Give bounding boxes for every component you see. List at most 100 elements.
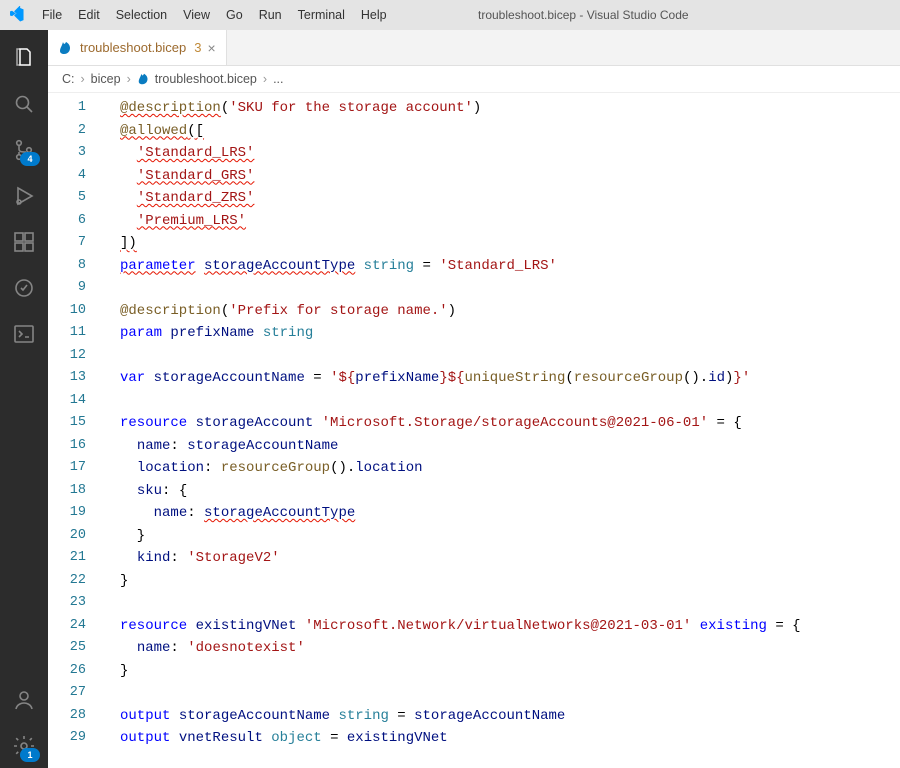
line-number: 13 bbox=[48, 367, 86, 390]
code-editor[interactable]: 1234567891011121314151617181920212223242… bbox=[48, 93, 900, 768]
line-number: 16 bbox=[48, 435, 86, 458]
code-line[interactable]: location: resourceGroup().location bbox=[106, 457, 900, 480]
line-number: 11 bbox=[48, 322, 86, 345]
test-beaker-icon bbox=[12, 276, 36, 303]
manage-badge: 1 bbox=[20, 748, 40, 762]
code-line[interactable]: name: 'doesnotexist' bbox=[106, 637, 900, 660]
terminal-icon bbox=[12, 322, 36, 349]
menu-help[interactable]: Help bbox=[353, 5, 395, 25]
menu-edit[interactable]: Edit bbox=[70, 5, 108, 25]
code-line[interactable]: } bbox=[106, 525, 900, 548]
account-icon bbox=[12, 688, 36, 715]
chevron-right-icon: › bbox=[263, 72, 267, 86]
line-number: 5 bbox=[48, 187, 86, 210]
line-number: 23 bbox=[48, 592, 86, 615]
code-line[interactable]: output vnetResult object = existingVNet bbox=[106, 727, 900, 750]
menu-view[interactable]: View bbox=[175, 5, 218, 25]
code-line[interactable]: @description('Prefix for storage name.') bbox=[106, 300, 900, 323]
tab-troubleshoot-bicep[interactable]: troubleshoot.bicep 3 × bbox=[48, 30, 227, 65]
code-line[interactable]: resource existingVNet 'Microsoft.Network… bbox=[106, 615, 900, 638]
vscode-logo-icon bbox=[8, 6, 26, 24]
code-line[interactable]: 'Standard_ZRS' bbox=[106, 187, 900, 210]
line-number: 24 bbox=[48, 615, 86, 638]
code-line[interactable]: var storageAccountName = '${prefixName}$… bbox=[106, 367, 900, 390]
editor-column: troubleshoot.bicep 3 × C: › bicep › trou… bbox=[48, 30, 900, 768]
activity-run-debug[interactable] bbox=[0, 176, 48, 218]
code-line[interactable]: parameter storageAccountType string = 'S… bbox=[106, 255, 900, 278]
breadcrumb-seg-3[interactable]: ... bbox=[273, 72, 283, 86]
line-number: 14 bbox=[48, 390, 86, 413]
code-line[interactable] bbox=[106, 592, 900, 615]
line-number: 8 bbox=[48, 255, 86, 278]
scm-badge: 4 bbox=[20, 152, 40, 166]
tab-problem-count: 3 bbox=[194, 40, 201, 55]
code-lines[interactable]: @description('SKU for the storage accoun… bbox=[106, 93, 900, 754]
activity-manage[interactable]: 1 bbox=[0, 726, 48, 768]
line-number: 25 bbox=[48, 637, 86, 660]
window-title: troubleshoot.bicep - Visual Studio Code bbox=[395, 8, 892, 22]
code-line[interactable]: 'Premium_LRS' bbox=[106, 210, 900, 233]
code-line[interactable]: kind: 'StorageV2' bbox=[106, 547, 900, 570]
line-number: 22 bbox=[48, 570, 86, 593]
code-line[interactable]: } bbox=[106, 570, 900, 593]
code-line[interactable]: 'Standard_LRS' bbox=[106, 142, 900, 165]
code-line[interactable]: output storageAccountName string = stora… bbox=[106, 705, 900, 728]
line-number: 4 bbox=[48, 165, 86, 188]
code-line[interactable] bbox=[106, 277, 900, 300]
activity-terminal[interactable] bbox=[0, 314, 48, 356]
code-line[interactable] bbox=[106, 390, 900, 413]
code-line[interactable]: param prefixName string bbox=[106, 322, 900, 345]
line-number: 19 bbox=[48, 502, 86, 525]
code-line[interactable]: @allowed([ bbox=[106, 120, 900, 143]
code-line[interactable]: } bbox=[106, 660, 900, 683]
line-number: 9 bbox=[48, 277, 86, 300]
files-icon bbox=[12, 46, 36, 73]
code-line[interactable]: sku: { bbox=[106, 480, 900, 503]
breadcrumb-seg-2[interactable]: troubleshoot.bicep bbox=[137, 72, 257, 86]
tab-bar: troubleshoot.bicep 3 × bbox=[48, 30, 900, 66]
line-number: 17 bbox=[48, 457, 86, 480]
menu-selection[interactable]: Selection bbox=[108, 5, 175, 25]
activity-explorer[interactable] bbox=[0, 38, 48, 80]
menu-run[interactable]: Run bbox=[251, 5, 290, 25]
tab-label: troubleshoot.bicep bbox=[80, 40, 186, 55]
main-area: 4 bbox=[0, 30, 900, 768]
extensions-icon bbox=[12, 230, 36, 257]
activity-test[interactable] bbox=[0, 268, 48, 310]
bicep-file-icon bbox=[58, 40, 74, 56]
breadcrumb-seg-1[interactable]: bicep bbox=[91, 72, 121, 86]
activity-accounts[interactable] bbox=[0, 680, 48, 722]
code-line[interactable] bbox=[106, 345, 900, 368]
code-line[interactable]: ]) bbox=[106, 232, 900, 255]
line-number: 21 bbox=[48, 547, 86, 570]
line-number: 28 bbox=[48, 705, 86, 728]
activity-bar: 4 bbox=[0, 30, 48, 768]
line-number: 6 bbox=[48, 210, 86, 233]
run-debug-icon bbox=[12, 184, 36, 211]
line-number: 1 bbox=[48, 97, 86, 120]
breadcrumb-seg-0[interactable]: C: bbox=[62, 72, 75, 86]
line-number: 3 bbox=[48, 142, 86, 165]
code-line[interactable]: name: storageAccountType bbox=[106, 502, 900, 525]
code-line[interactable] bbox=[106, 682, 900, 705]
bicep-file-icon bbox=[137, 72, 151, 86]
line-number: 2 bbox=[48, 120, 86, 143]
activity-extensions[interactable] bbox=[0, 222, 48, 264]
chevron-right-icon: › bbox=[81, 72, 85, 86]
line-number: 29 bbox=[48, 727, 86, 750]
code-line[interactable]: name: storageAccountName bbox=[106, 435, 900, 458]
chevron-right-icon: › bbox=[127, 72, 131, 86]
search-icon bbox=[12, 92, 36, 119]
close-icon[interactable]: × bbox=[207, 41, 215, 55]
menu-terminal[interactable]: Terminal bbox=[290, 5, 353, 25]
code-line[interactable]: resource storageAccount 'Microsoft.Stora… bbox=[106, 412, 900, 435]
menu-file[interactable]: File bbox=[34, 5, 70, 25]
code-line[interactable]: 'Standard_GRS' bbox=[106, 165, 900, 188]
menu-go[interactable]: Go bbox=[218, 5, 251, 25]
activity-search[interactable] bbox=[0, 84, 48, 126]
line-number-gutter: 1234567891011121314151617181920212223242… bbox=[48, 93, 106, 754]
activity-source-control[interactable]: 4 bbox=[0, 130, 48, 172]
title-bar: File Edit Selection View Go Run Terminal… bbox=[0, 0, 900, 30]
breadcrumb[interactable]: C: › bicep › troubleshoot.bicep › ... bbox=[48, 66, 900, 93]
code-line[interactable]: @description('SKU for the storage accoun… bbox=[106, 97, 900, 120]
